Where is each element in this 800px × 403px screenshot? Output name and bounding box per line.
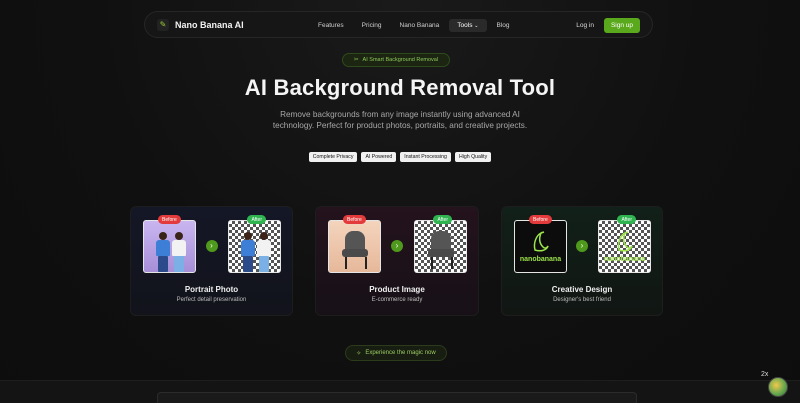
before-badge: Before xyxy=(343,215,366,224)
person-figure xyxy=(241,232,255,272)
brand[interactable]: ✎ Nano Banana AI xyxy=(157,18,244,31)
experience-magic-label: Experience the magic now xyxy=(365,350,436,356)
after-image-design: nanobanana xyxy=(598,220,651,273)
nanobanana-logo-icon xyxy=(533,231,549,252)
before-image-portrait xyxy=(143,220,196,273)
sparkle-icon: ✧ xyxy=(356,350,362,357)
feature-tags: Complete Privacy AI Powered Instant Proc… xyxy=(0,152,800,162)
person-figure xyxy=(156,232,170,272)
logo-text: nanobanana xyxy=(519,256,562,263)
nav-link-blog[interactable]: Blog xyxy=(489,19,518,32)
login-link[interactable]: Log in xyxy=(576,22,594,29)
card-subtitle: E-commerce ready xyxy=(371,297,423,303)
experience-magic-button[interactable]: ✧ Experience the magic now xyxy=(345,345,447,361)
nav-actions: Log in Sign up xyxy=(576,12,640,39)
before-badge: Before xyxy=(529,215,552,224)
page-subtitle: Remove backgrounds from any image instan… xyxy=(272,110,528,130)
nav-link-features[interactable]: Features xyxy=(310,19,352,32)
card-title: Creative Design xyxy=(551,285,613,294)
tag-quality: High Quality xyxy=(454,152,492,162)
banana-icon: ✎ xyxy=(157,18,169,31)
chevron-down-icon: ⌄ xyxy=(474,23,479,29)
before-image-product xyxy=(328,220,381,273)
nav-links: Features Pricing Nano Banana Tools ⌄ Blo… xyxy=(310,12,520,39)
signup-button[interactable]: Sign up xyxy=(603,18,640,33)
nav-link-tools[interactable]: Tools ⌄ xyxy=(449,19,487,32)
after-badge: After xyxy=(617,215,636,224)
next-section-panel xyxy=(157,392,637,403)
logo-text: nanobanana xyxy=(603,256,646,263)
scissors-icon: ✂ xyxy=(353,57,359,63)
chevron-right-icon: › xyxy=(576,240,588,252)
person-figure xyxy=(257,232,271,272)
example-card-design[interactable]: Before nanobanana › After nanobanana Cre… xyxy=(501,206,663,316)
card-subtitle: Designer's best friend xyxy=(553,297,611,303)
example-card-portrait[interactable]: Before › After Portrait Photo Perfect de… xyxy=(130,206,293,316)
after-badge: After xyxy=(433,215,452,224)
assistant-avatar[interactable] xyxy=(768,377,788,397)
after-badge: After xyxy=(247,215,266,224)
feature-pill: ✂ AI Smart Background Removal xyxy=(342,53,450,67)
card-subtitle: Perfect detail preservation xyxy=(176,297,247,303)
tag-instant: Instant Processing xyxy=(400,152,451,162)
zoom-indicator: 2x xyxy=(761,371,769,378)
nav-link-nano-banana[interactable]: Nano Banana xyxy=(392,19,448,32)
card-title: Product Image xyxy=(369,285,425,294)
before-image-design: nanobanana xyxy=(514,220,567,273)
after-image-product xyxy=(414,220,467,273)
page-title: AI Background Removal Tool xyxy=(244,75,556,100)
example-card-product[interactable]: Before › After Product Image E-commerce … xyxy=(315,206,479,316)
chevron-right-icon: › xyxy=(205,240,218,252)
nav-link-pricing[interactable]: Pricing xyxy=(354,19,390,32)
card-title: Portrait Photo xyxy=(184,285,239,294)
nanobanana-logo-icon xyxy=(617,231,633,252)
nav-link-tools-label: Tools xyxy=(457,22,473,29)
brand-name: Nano Banana AI xyxy=(175,19,244,30)
tag-privacy: Complete Privacy xyxy=(308,152,358,162)
before-badge: Before xyxy=(158,215,181,224)
feature-pill-label: AI Smart Background Removal xyxy=(362,57,439,63)
chevron-right-icon: › xyxy=(391,240,403,252)
tag-ai-powered: AI Powered xyxy=(361,152,397,162)
top-navbar: ✎ Nano Banana AI Features Pricing Nano B… xyxy=(144,11,653,38)
person-figure xyxy=(172,232,186,272)
after-image-portrait xyxy=(228,220,281,273)
